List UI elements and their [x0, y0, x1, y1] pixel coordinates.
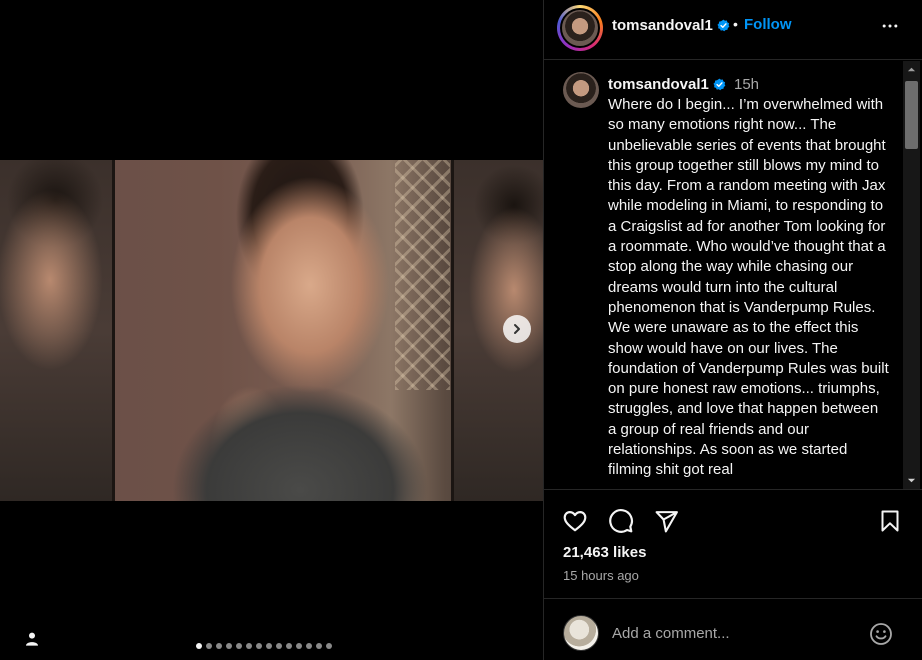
bookmark-icon: [881, 510, 899, 532]
carousel-dot: [326, 643, 332, 649]
save-button[interactable]: [876, 507, 904, 535]
comment-input[interactable]: [612, 622, 852, 644]
heart-icon: [563, 511, 587, 532]
carousel-dot: [236, 643, 242, 649]
user-tag-icon: [26, 632, 38, 646]
post-actions: 21,463 likes 15 hours ago: [544, 489, 922, 599]
emoji-icon: [870, 623, 892, 645]
share-button[interactable]: [652, 507, 680, 535]
carousel-dot: [216, 643, 222, 649]
caption-scrollbar[interactable]: [903, 61, 920, 489]
caption-section: tomsandoval1 15h Where do I begin... I’m…: [544, 61, 906, 489]
post-timestamp[interactable]: 15 hours ago: [563, 568, 639, 583]
carousel-dot: [246, 643, 252, 649]
share-icon: [655, 510, 678, 532]
post-details-pane: tomsandoval1 • Follow tomsandoval1 15h W…: [543, 0, 922, 660]
photo-panel-left: [0, 160, 115, 501]
comment-composer: [544, 600, 922, 660]
scroll-down-arrow[interactable]: [903, 472, 920, 489]
follow-button[interactable]: Follow: [744, 16, 792, 33]
caption-text: Where do I begin... I’m overwhelmed with…: [608, 96, 889, 479]
viewer-avatar: [563, 615, 599, 651]
like-button[interactable]: [561, 507, 589, 535]
carousel-dot: [266, 643, 272, 649]
author-username[interactable]: tomsandoval1: [612, 17, 730, 34]
author-avatar[interactable]: [557, 5, 603, 51]
carousel-dot: [296, 643, 302, 649]
carousel-dot: [196, 643, 202, 649]
comment-icon: [609, 509, 633, 533]
carousel-dot: [316, 643, 322, 649]
carousel-dot: [226, 643, 232, 649]
scroll-up-arrow[interactable]: [903, 61, 920, 78]
verified-badge-icon: [713, 78, 726, 91]
scrollbar-thumb[interactable]: [905, 81, 918, 149]
like-count[interactable]: 21,463 likes: [563, 544, 646, 561]
emoji-button[interactable]: [868, 621, 894, 647]
chevron-right-icon: [514, 324, 520, 334]
carousel-dot: [276, 643, 282, 649]
verified-badge-icon: [717, 19, 730, 32]
caret-up-icon: [907, 67, 916, 72]
carousel-dot: [286, 643, 292, 649]
lattice-decor: [395, 160, 450, 390]
header-separator: •: [733, 16, 738, 32]
caret-down-icon: [907, 478, 916, 483]
carousel-dot: [256, 643, 262, 649]
more-options-icon: [882, 24, 898, 28]
user-tag-button[interactable]: [20, 627, 44, 651]
more-options-button[interactable]: [878, 14, 902, 38]
caption-timestamp[interactable]: 15h: [734, 76, 759, 93]
author-username-text[interactable]: tomsandoval1: [612, 17, 713, 34]
comment-button[interactable]: [607, 507, 635, 535]
carousel-indicator: [196, 643, 332, 649]
caption-author-username[interactable]: tomsandoval1: [608, 76, 726, 93]
caption-author-avatar[interactable]: [563, 72, 599, 108]
caption-author-username-text[interactable]: tomsandoval1: [608, 76, 709, 93]
next-slide-button[interactable]: [503, 315, 531, 343]
carousel-dot: [306, 643, 312, 649]
post-image[interactable]: [0, 160, 543, 501]
post-header: tomsandoval1 • Follow: [544, 0, 922, 60]
media-pane: [0, 0, 543, 660]
carousel-dot: [206, 643, 212, 649]
